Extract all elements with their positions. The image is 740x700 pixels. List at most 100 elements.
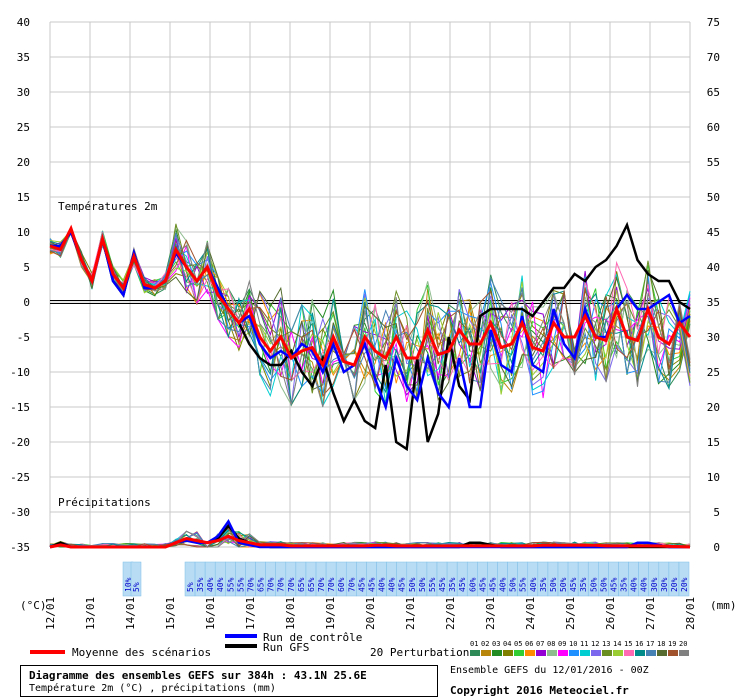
prob-label: 45% xyxy=(488,577,497,592)
x-tick-label: 20/01 xyxy=(364,597,377,630)
prob-label: 40% xyxy=(630,577,639,592)
prob-label: 50% xyxy=(509,577,518,592)
y-right-tick-label: 75 xyxy=(707,16,720,29)
x-tick-label: 16/01 xyxy=(204,597,217,630)
perturbation-id: 08 xyxy=(547,640,555,648)
perturbation-swatch xyxy=(481,650,491,656)
y-left-tick-label: -25 xyxy=(10,471,30,484)
prob-label: 50% xyxy=(559,577,568,592)
y-left-tick-label: -15 xyxy=(10,401,30,414)
copyright-label: Copyright 2016 Meteociel.fr xyxy=(450,684,629,697)
legend-mean-label: Moyenne des scénarios xyxy=(72,646,211,659)
y-left-tick-label: 5 xyxy=(23,261,30,274)
prob-label: 5% xyxy=(132,582,141,592)
precipitation-label: Précipitations xyxy=(58,496,151,509)
perturbation-swatch xyxy=(657,650,667,656)
temperature-label: Températures 2m xyxy=(58,200,158,213)
y-left-tick-label: -5 xyxy=(17,331,30,344)
x-tick-label: 27/01 xyxy=(644,597,657,630)
perturbation-id: 04 xyxy=(503,640,511,648)
prob-label: 45% xyxy=(609,577,618,592)
x-tick-label: 18/01 xyxy=(284,597,297,630)
y-right-tick-label: 50 xyxy=(707,191,720,204)
prob-label: 50% xyxy=(418,577,427,592)
perturbation-swatch xyxy=(492,650,502,656)
y-left-tick-label: 40 xyxy=(17,16,30,29)
ensemble-chart: 4035302520151050-5-10-15-20-25-30-357570… xyxy=(0,0,740,700)
perturbation-swatch xyxy=(569,650,579,656)
y-right-tick-label: 60 xyxy=(707,121,720,134)
y-right-tick-label: 30 xyxy=(707,331,720,344)
prob-label: 70% xyxy=(327,577,336,592)
y-right-tick-label: 15 xyxy=(707,436,720,449)
prob-label: 55% xyxy=(226,577,235,592)
legend-perturbations-label: 20 Perturbations xyxy=(370,646,476,659)
prob-label: 70% xyxy=(246,577,255,592)
y-right-tick-label: 25 xyxy=(707,366,720,379)
y-left-tick-label: 30 xyxy=(17,86,30,99)
perturbation-swatch xyxy=(624,650,634,656)
y-left-tick-label: -35 xyxy=(10,541,30,554)
prob-label: 50% xyxy=(589,577,598,592)
title-box: Diagramme des ensembles GEFS sur 384h : … xyxy=(20,665,438,697)
prob-label: 35% xyxy=(539,577,548,592)
y-left-tick-label: -20 xyxy=(10,436,30,449)
prob-label: 40% xyxy=(529,577,538,592)
x-tick-label: 15/01 xyxy=(164,597,177,630)
prob-label: 35% xyxy=(196,577,205,592)
perturbation-swatch xyxy=(525,650,535,656)
y-left-tick-label: 10 xyxy=(17,226,30,239)
y-right-tick-label: 20 xyxy=(707,401,720,414)
perturbation-id: 16 xyxy=(635,640,643,648)
prob-label: 45% xyxy=(569,577,578,592)
perturbation-id: 15 xyxy=(624,640,632,648)
perturbation-swatch xyxy=(536,650,546,656)
prob-label: 30% xyxy=(650,577,659,592)
y-right-tick-label: 0 xyxy=(713,541,720,554)
perturbation-swatch xyxy=(602,650,612,656)
x-tick-label: 24/01 xyxy=(524,597,537,630)
prob-label: 70% xyxy=(277,577,286,592)
x-tick-label: 17/01 xyxy=(244,597,257,630)
prob-label: 60% xyxy=(468,577,477,592)
perturbation-swatch xyxy=(470,650,480,656)
prob-label: 45% xyxy=(357,577,366,592)
x-tick-label: 25/01 xyxy=(564,597,577,630)
x-tick-label: 19/01 xyxy=(324,597,337,630)
prob-label: 70% xyxy=(347,577,356,592)
perturbation-id: 11 xyxy=(580,640,588,648)
prob-label: 55% xyxy=(519,577,528,592)
perturbation-swatch xyxy=(558,650,568,656)
prob-label: 70% xyxy=(317,577,326,592)
prob-label: 20% xyxy=(680,577,689,592)
perturbation-id: 09 xyxy=(558,640,566,648)
x-tick-label: 21/01 xyxy=(404,597,417,630)
perturbation-id: 13 xyxy=(602,640,610,648)
prob-label: 45% xyxy=(438,577,447,592)
y-left-tick-label: 20 xyxy=(17,156,30,169)
x-tick-label: 23/01 xyxy=(484,597,497,630)
y-right-tick-label: 45 xyxy=(707,226,720,239)
perturbation-id: 07 xyxy=(536,640,544,648)
perturbation-swatch xyxy=(547,650,557,656)
perturbation-id: 18 xyxy=(657,640,665,648)
prob-label: 50% xyxy=(549,577,558,592)
y-right-tick-label: 35 xyxy=(707,296,720,309)
y-left-tick-label: -10 xyxy=(10,366,30,379)
prob-label: 40% xyxy=(640,577,649,592)
prob-label: 45% xyxy=(478,577,487,592)
prob-label: 40% xyxy=(206,577,215,592)
prob-label: 35% xyxy=(620,577,629,592)
perturbation-id: 10 xyxy=(569,640,577,648)
prob-label: 45% xyxy=(398,577,407,592)
perturbation-id: 05 xyxy=(514,640,522,648)
y-right-tick-label: 40 xyxy=(707,261,720,274)
y-left-tick-label: 0 xyxy=(23,296,30,309)
perturbation-id: 12 xyxy=(591,640,599,648)
prob-label: 65% xyxy=(297,577,306,592)
x-tick-label: 28/01 xyxy=(684,597,697,630)
prob-label: 45% xyxy=(367,577,376,592)
y-right-tick-label: 5 xyxy=(713,506,720,519)
prob-label: 20% xyxy=(670,577,679,592)
perturbation-id: 02 xyxy=(481,640,489,648)
